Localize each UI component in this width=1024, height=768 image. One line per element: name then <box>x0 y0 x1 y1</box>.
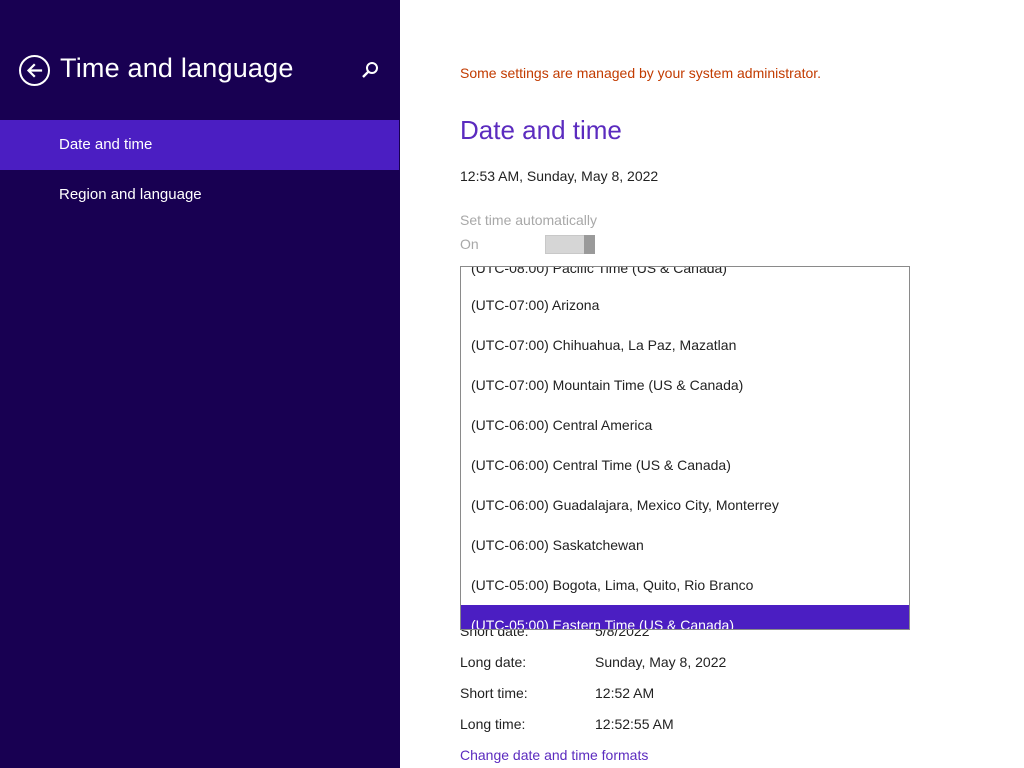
sidebar-item-region-and-language[interactable]: Region and language <box>0 170 399 220</box>
timezone-option[interactable]: (UTC-06:00) Central America <box>461 405 909 445</box>
timezone-option[interactable]: (UTC-06:00) Central Time (US & Canada) <box>461 445 909 485</box>
section-title: Date and time <box>460 115 622 145</box>
format-value: 12:52:55 AM <box>595 716 674 732</box>
timezone-option[interactable]: (UTC-05:00) Bogota, Lima, Quito, Rio Bra… <box>461 565 909 605</box>
search-icon <box>362 62 378 78</box>
timezone-option[interactable]: (UTC-06:00) Guadalajara, Mexico City, Mo… <box>461 485 909 525</box>
format-value: Sunday, May 8, 2022 <box>595 654 727 670</box>
change-formats-link[interactable]: Change date and time formats <box>460 747 648 763</box>
sidebar-item-date-and-time[interactable]: Date and time <box>0 120 399 170</box>
format-label: Short time: <box>460 685 528 701</box>
admin-warning: Some settings are managed by your system… <box>460 65 822 81</box>
timezone-dropdown-list[interactable]: (UTC-08:00) Pacific Time (US & Canada) (… <box>460 266 910 630</box>
sidebar: Time and language Date and time Region a… <box>0 0 400 768</box>
format-label: Long date: <box>460 654 527 670</box>
back-arrow-icon <box>26 63 43 78</box>
timezone-option[interactable]: (UTC-06:00) Saskatchewan <box>461 525 909 565</box>
sidebar-item-label: Date and time <box>59 136 153 153</box>
page-title: Time and language <box>60 53 294 83</box>
timezone-option[interactable]: (UTC-07:00) Arizona <box>461 285 909 325</box>
current-datetime: 12:53 AM, Sunday, May 8, 2022 <box>460 168 659 184</box>
set-time-auto-label: Set time automatically <box>460 212 597 228</box>
search-button[interactable] <box>360 60 380 80</box>
toggle-knob <box>584 235 595 254</box>
back-button[interactable] <box>19 55 50 86</box>
timezone-option[interactable]: (UTC-07:00) Chihuahua, La Paz, Mazatlan <box>461 325 909 365</box>
timezone-option[interactable]: (UTC-07:00) Mountain Time (US & Canada) <box>461 365 909 405</box>
format-label: Long time: <box>460 716 526 732</box>
timezone-option-selected[interactable]: (UTC-05:00) Eastern Time (US & Canada) <box>461 605 909 629</box>
set-time-auto-state: On <box>460 236 479 252</box>
sidebar-item-label: Region and language <box>59 186 202 203</box>
set-time-auto-toggle[interactable] <box>545 235 595 254</box>
format-value: 12:52 AM <box>595 685 655 701</box>
